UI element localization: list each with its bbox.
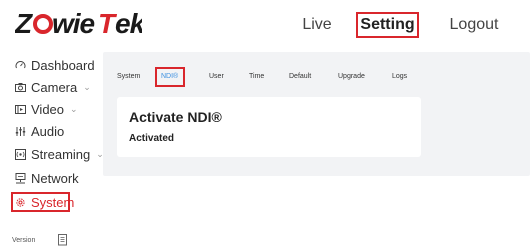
sidebar-item-label: Network [31, 170, 79, 186]
sidebar-item-label: Video [31, 101, 65, 117]
nav-setting[interactable]: Setting [356, 12, 419, 38]
activation-status: Activated [129, 133, 175, 144]
zowietek-logo: Z wie T ek [15, 6, 142, 40]
tab-user[interactable]: User [209, 73, 224, 80]
svg-text:ek: ek [115, 8, 142, 38]
settings-tabs: System NDI® User Time Default Upgrade Lo… [103, 52, 530, 96]
chevron-down-icon: ⌄ [70, 103, 78, 114]
streaming-icon [14, 148, 26, 160]
activate-ndi-card: Activate NDI® Activated [117, 97, 421, 157]
sidebar-item-dashboard[interactable]: Dashboard [14, 56, 95, 74]
tab-ndi[interactable]: NDI® [161, 73, 178, 80]
document-icon[interactable] [58, 233, 68, 246]
tab-upgrade[interactable]: Upgrade [338, 73, 365, 80]
sidebar-item-system[interactable]: System [14, 193, 74, 211]
tab-system[interactable]: System [117, 73, 140, 80]
sidebar-item-camera[interactable]: Camera ⌄ [14, 78, 91, 96]
sidebar-item-label: System [31, 194, 75, 210]
tab-default[interactable]: Default [289, 73, 311, 80]
sidebar-item-network[interactable]: Network [14, 169, 79, 187]
video-icon [14, 103, 26, 115]
audio-icon [14, 125, 26, 137]
sidebar-item-label: Camera [31, 79, 78, 95]
card-title: Activate NDI® [129, 109, 222, 125]
sidebar-item-label: Audio [31, 123, 65, 139]
tab-logs[interactable]: Logs [392, 73, 407, 80]
sidebar-item-streaming[interactable]: Streaming ⌄ [14, 145, 104, 163]
sidebar-item-video[interactable]: Video ⌄ [14, 100, 78, 118]
top-header: Z wie T ek Live Setting Logout [0, 0, 530, 50]
svg-text:Z: Z [15, 8, 33, 38]
sidebar-item-label: Dashboard [31, 57, 95, 73]
version-label: Version [12, 237, 36, 244]
camera-icon [14, 81, 26, 93]
settings-panel: System NDI® User Time Default Upgrade Lo… [103, 52, 530, 176]
dashboard-icon [14, 59, 26, 71]
nav-live[interactable]: Live [296, 12, 338, 38]
network-icon [14, 172, 26, 184]
tab-time[interactable]: Time [249, 73, 264, 80]
chevron-down-icon: ⌄ [83, 81, 91, 92]
system-gear-icon [14, 196, 26, 208]
nav-logout[interactable]: Logout [446, 12, 502, 38]
sidebar-item-label: Streaming [31, 146, 91, 162]
sidebar-item-audio[interactable]: Audio [14, 122, 64, 140]
svg-text:wie: wie [52, 8, 95, 38]
